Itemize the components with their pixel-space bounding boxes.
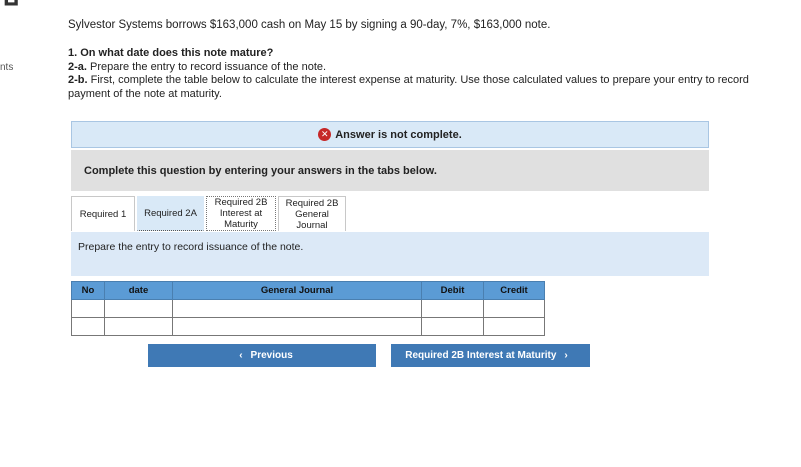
error-x-icon: ✕: [318, 128, 332, 141]
col-no: No: [71, 281, 105, 300]
row2-date-cell[interactable]: [104, 317, 173, 336]
col-general-journal: General Journal: [172, 281, 422, 300]
next-label: Required 2B Interest at Maturity: [405, 350, 557, 361]
instruction-text: Complete this question by entering your …: [84, 164, 437, 177]
journal-table: No date General Journal Debit Credit: [71, 281, 545, 336]
problem-intro: Sylvestor Systems borrows $163,000 cash …: [68, 19, 551, 31]
row2-credit-cell[interactable]: [483, 317, 545, 336]
tab-required-1[interactable]: Required 1: [71, 196, 135, 231]
tab-required-2a[interactable]: Required 2A: [137, 196, 204, 231]
tab-bar: Required 1 Required 2A Required 2B Intere…: [71, 196, 348, 232]
row1-account-cell[interactable]: [172, 299, 422, 318]
instruction-panel: Complete this question by entering your …: [71, 150, 709, 191]
question-list: 1. On what date does this note mature? 2…: [68, 47, 778, 101]
row2-account-input[interactable]: [173, 318, 421, 335]
row2-credit-input[interactable]: [484, 318, 544, 335]
row2-debit-cell[interactable]: [421, 317, 484, 336]
row2-no-cell: [71, 317, 105, 336]
journal-header-row: No date General Journal Debit Credit: [71, 281, 545, 300]
previous-button[interactable]: ‹ Previous: [148, 344, 376, 367]
tab-required-2b-interest[interactable]: Required 2B Interest at Maturity: [206, 196, 276, 231]
question-1: 1. On what date does this note mature?: [68, 47, 274, 59]
tab-required-2b-journal[interactable]: Required 2B General Journal: [278, 196, 346, 231]
row1-date-cell[interactable]: [104, 299, 173, 318]
chevron-left-icon: ‹: [239, 350, 243, 361]
question-2b: 2-b. First, complete the table below to …: [68, 74, 749, 100]
panel-instruction: Prepare the entry to record issuance of …: [78, 241, 304, 253]
row2-debit-input[interactable]: [422, 318, 483, 335]
col-debit: Debit: [421, 281, 484, 300]
row1-debit-input[interactable]: [422, 300, 483, 317]
chevron-right-icon: ›: [564, 350, 568, 361]
previous-label: Previous: [250, 350, 293, 361]
row1-date-input[interactable]: [105, 300, 172, 317]
next-required-2b-button[interactable]: Required 2B Interest at Maturity ›: [391, 344, 590, 367]
col-date: date: [104, 281, 173, 300]
status-text: Answer is not complete.: [335, 128, 462, 141]
row1-credit-input[interactable]: [484, 300, 544, 317]
question-2a: 2-a. Prepare the entry to record issuanc…: [68, 60, 327, 73]
row1-credit-cell[interactable]: [483, 299, 545, 318]
col-credit: Credit: [483, 281, 545, 300]
row1-account-input[interactable]: [173, 300, 421, 317]
side-points-label: nts: [0, 62, 14, 73]
row2-account-cell[interactable]: [172, 317, 422, 336]
table-row: [71, 317, 545, 336]
row2-date-input[interactable]: [105, 318, 172, 335]
table-row: [71, 299, 545, 318]
answer-status-bar: ✕ Answer is not complete.: [71, 121, 709, 148]
corner-logo-icon: ป: [0, 0, 46, 11]
row1-no-cell: [71, 299, 105, 318]
row1-debit-cell[interactable]: [421, 299, 484, 318]
tab-panel: Prepare the entry to record issuance of …: [71, 232, 709, 276]
